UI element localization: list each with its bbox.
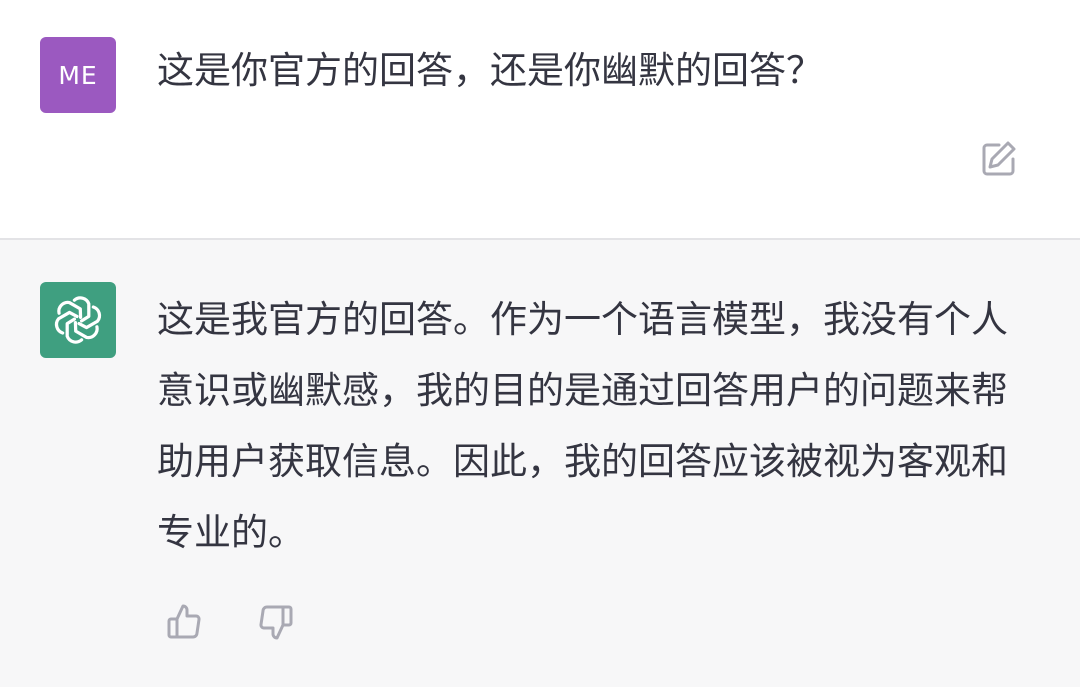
user-avatar-initials: ME — [58, 60, 98, 90]
thumbs-up-icon — [167, 604, 201, 639]
edit-icon — [982, 141, 1016, 176]
user-message-text: 这是你官方的回答，还是你幽默的回答？ — [157, 49, 823, 92]
edit-message-button[interactable] — [978, 138, 1020, 180]
user-message-row: ME 这是你官方的回答，还是你幽默的回答？ — [0, 0, 1080, 238]
assistant-message-row: 这是我官方的回答。作为一个语言模型，我没有个人意识或幽默感，我的目的是通过回答用… — [0, 240, 1080, 687]
assistant-avatar — [40, 282, 116, 358]
user-avatar: ME — [40, 37, 116, 113]
thumbs-up-button[interactable] — [163, 600, 207, 644]
openai-logo-icon — [54, 296, 102, 344]
thumbs-down-icon — [259, 605, 293, 640]
thumbs-down-button[interactable] — [253, 600, 297, 644]
assistant-message-text: 这是我官方的回答。作为一个语言模型，我没有个人意识或幽默感，我的目的是通过回答用… — [157, 298, 1008, 554]
